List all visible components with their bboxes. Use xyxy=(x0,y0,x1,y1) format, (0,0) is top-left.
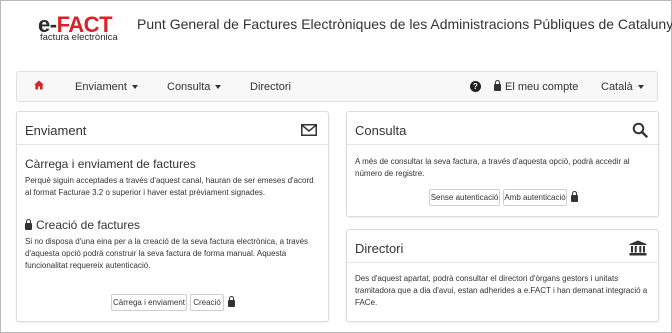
enviament-panel: Enviament Càrrega i enviament de facture… xyxy=(16,111,329,322)
chevron-down-icon xyxy=(131,85,138,90)
nav-language-label: Català xyxy=(601,81,633,93)
envelope-icon xyxy=(301,124,317,136)
amb-autenticacio-button[interactable]: Amb autenticació xyxy=(503,189,567,206)
directori-description: Des d'aquest apartat, podrà consultar el… xyxy=(355,274,648,307)
sense-autenticacio-button[interactable]: Sense autenticació xyxy=(429,189,500,206)
directori-panel-title: Directori xyxy=(355,241,404,256)
lock-icon xyxy=(494,80,501,91)
panel-divider xyxy=(347,262,658,263)
lock-icon xyxy=(571,191,578,202)
creacio-button[interactable]: Creació xyxy=(190,294,224,311)
nav-account-link[interactable]: El meu compte xyxy=(494,80,579,93)
nav-directori-link[interactable]: Directori xyxy=(250,81,291,93)
search-icon xyxy=(632,122,648,138)
panel-divider xyxy=(17,144,328,145)
directori-panel: Directori Des d'aquest apartat, podrà co… xyxy=(346,229,659,322)
nav-enviament-dropdown[interactable]: Enviament xyxy=(75,81,138,93)
consulta-panel: Consulta A més de consultar la seva fact… xyxy=(346,111,659,217)
creacio-section-heading: Creació de factures xyxy=(25,218,140,232)
consulta-panel-title: Consulta xyxy=(355,123,407,138)
nav-consulta-label: Consulta xyxy=(167,81,211,93)
lock-icon xyxy=(228,296,235,307)
nav-enviament-label: Enviament xyxy=(75,81,127,93)
carrega-description: Perquè siguin acceptades a través d'aque… xyxy=(25,176,314,197)
creacio-description: Si no disposa d'una eina per a la creaci… xyxy=(25,237,309,270)
main-navbar: Enviament Consulta Directori ? El meu co… xyxy=(16,71,658,102)
consulta-description: A més de consultar la seva factura, a tr… xyxy=(355,157,630,178)
carrega-section-title: Càrrega i enviament de factures xyxy=(25,157,196,171)
question-circle-icon[interactable]: ? xyxy=(470,81,481,92)
panel-divider xyxy=(347,144,658,145)
nav-consulta-dropdown[interactable]: Consulta xyxy=(167,81,222,93)
logo-subtitle: factura electrònica xyxy=(40,32,118,43)
nav-language-dropdown[interactable]: Català xyxy=(601,81,644,93)
lock-icon xyxy=(25,219,32,230)
efact-logo[interactable]: e-FACT factura electrònica xyxy=(38,12,118,43)
institution-icon xyxy=(629,240,647,256)
nav-account-label: El meu compte xyxy=(505,81,579,93)
enviament-panel-title: Enviament xyxy=(25,123,87,138)
home-icon[interactable] xyxy=(34,80,44,90)
chevron-down-icon xyxy=(215,85,222,90)
chevron-down-icon xyxy=(637,85,644,90)
carrega-enviament-button[interactable]: Càrrega i enviament xyxy=(111,294,187,311)
creacio-section-title: Creació de factures xyxy=(36,218,141,232)
site-title: Punt General de Factures Electròniques d… xyxy=(137,16,672,32)
